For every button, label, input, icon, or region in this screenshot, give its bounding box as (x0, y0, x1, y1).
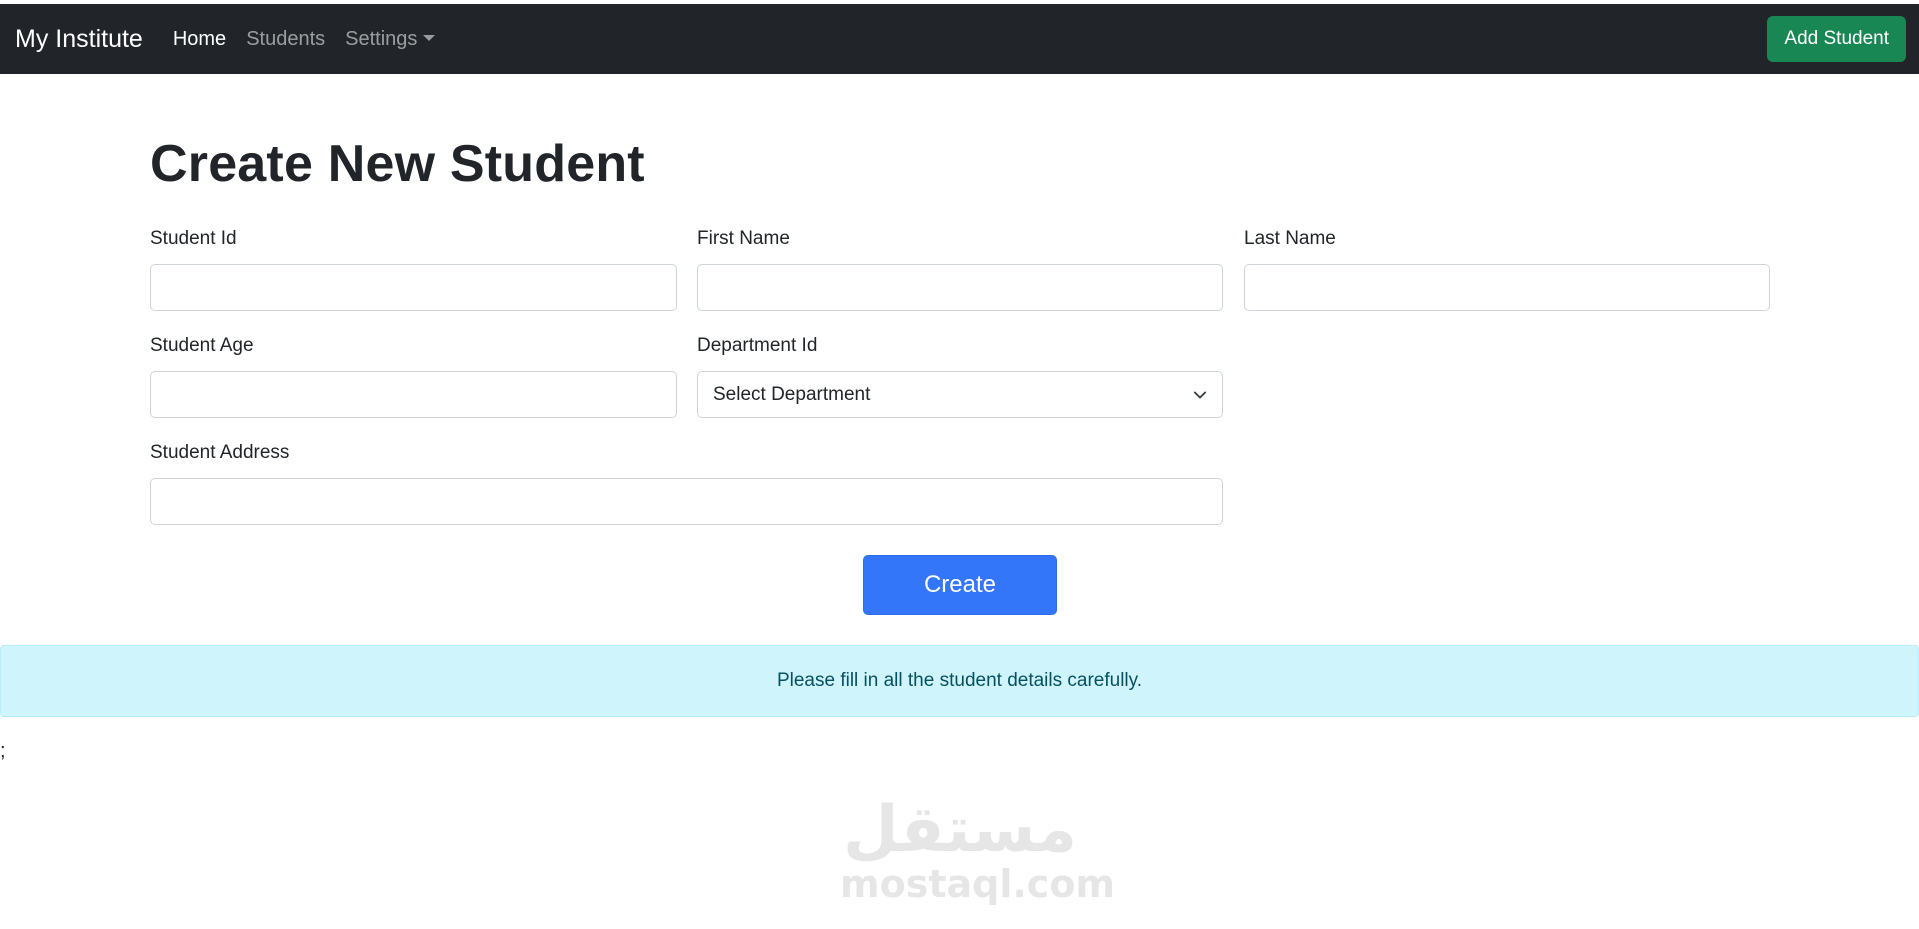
first-name-input[interactable] (697, 264, 1223, 311)
last-name-label: Last Name (1244, 228, 1336, 249)
first-name-label: First Name (697, 228, 790, 249)
department-select-value: Select Department (713, 383, 871, 405)
info-alert: Please fill in all the student details c… (0, 645, 1919, 717)
student-address-input[interactable] (150, 478, 1223, 525)
student-age-label: Student Age (150, 335, 254, 356)
page-title: Create New Student (150, 135, 645, 193)
chevron-down-icon (1193, 391, 1207, 398)
caret-down-icon (423, 34, 436, 41)
nav-links: Home Students Settings (173, 28, 456, 51)
top-navbar: My Institute Home Students Settings Add … (0, 4, 1919, 74)
department-id-label: Department Id (697, 335, 818, 356)
add-student-button[interactable]: Add Student (1767, 16, 1906, 62)
stray-text: ; (0, 740, 6, 762)
watermark-logo: مستقل mostaql.com (840, 793, 1116, 915)
department-select[interactable]: Select Department (697, 371, 1223, 418)
student-id-label: Student Id (150, 228, 237, 249)
student-address-label: Student Address (150, 442, 290, 463)
student-age-input[interactable] (150, 371, 677, 418)
create-button[interactable]: Create (863, 555, 1057, 615)
navbar-brand[interactable]: My Institute (15, 25, 143, 54)
nav-link-home[interactable]: Home (173, 28, 226, 51)
watermark-latin: mostaql.com (840, 862, 1116, 906)
nav-dropdown-settings[interactable]: Settings (345, 27, 436, 51)
nav-link-settings-label: Settings (345, 27, 418, 50)
nav-link-students[interactable]: Students (246, 28, 325, 51)
student-id-input[interactable] (150, 264, 677, 311)
last-name-input[interactable] (1244, 264, 1770, 311)
watermark-arabic: مستقل (842, 793, 1078, 867)
